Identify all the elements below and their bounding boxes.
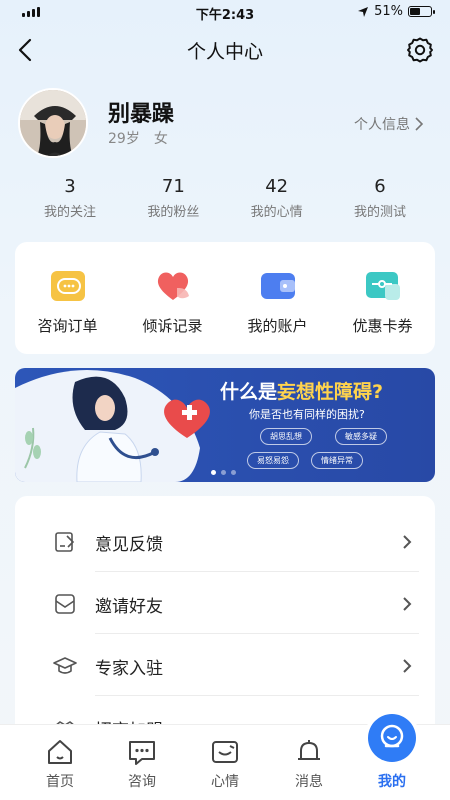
banner-title-highlight: 妄想性障碍?	[277, 381, 384, 403]
bell-icon	[298, 740, 320, 760]
quick-talk-records[interactable]: 倾诉记录	[128, 266, 218, 354]
stat-count: 3	[64, 176, 76, 197]
stat-count: 42	[265, 176, 289, 197]
profile-icon	[380, 724, 404, 748]
gear-icon[interactable]	[406, 36, 434, 64]
profile-tab-button[interactable]	[368, 714, 416, 762]
menu-item-invite[interactable]: 邀请好友	[15, 572, 435, 634]
quick-label: 咨询订单	[37, 317, 98, 335]
menu-label: 专家入驻	[95, 659, 163, 679]
chevron-right-icon	[403, 659, 412, 673]
tab-label: 首页	[46, 774, 74, 790]
promo-banner[interactable]: 什么是妄想性障碍? 你是否也有同样的困扰? 胡思乱想 敏感多疑 易怒易怨 情绪异…	[15, 368, 435, 482]
personal-info-link[interactable]: 个人信息	[354, 114, 424, 134]
user-age: 29岁	[108, 131, 140, 147]
chevron-right-icon	[415, 117, 424, 131]
username: 别暴躁	[108, 102, 175, 127]
menu-label: 意见反馈	[95, 535, 163, 555]
quick-actions-card: 咨询订单 倾诉记录 我的账户 优惠卡券	[15, 242, 435, 354]
profile-header[interactable]: 别暴躁 29岁 女 个人信息	[18, 88, 432, 160]
location-arrow-icon	[358, 6, 369, 17]
settings-menu: 意见反馈 邀请好友 专家入驻 招商加盟	[15, 496, 435, 736]
graduation-cap-icon	[53, 657, 77, 674]
banner-tag: 敏感多疑	[335, 428, 387, 445]
battery-percent: 51%	[374, 4, 403, 19]
personal-info-label: 个人信息	[354, 117, 410, 133]
carousel-dot[interactable]	[211, 470, 216, 475]
stat-moods[interactable]: 42 我的心情	[237, 176, 317, 220]
heart-icon	[157, 272, 189, 300]
tab-label: 消息	[295, 774, 323, 790]
carousel-dot[interactable]	[231, 470, 236, 475]
mood-icon	[212, 741, 238, 763]
quick-consult-orders[interactable]: 咨询订单	[23, 266, 113, 354]
home-icon	[48, 740, 72, 764]
stat-following[interactable]: 3 我的关注	[30, 176, 110, 220]
banner-illustration	[15, 370, 210, 482]
tab-label: 我的	[378, 774, 406, 790]
chevron-right-icon	[403, 597, 412, 611]
avatar[interactable]	[18, 88, 88, 158]
banner-subtitle: 你是否也有同样的困扰?	[249, 408, 365, 421]
battery-icon	[408, 6, 435, 17]
feedback-icon	[55, 532, 75, 552]
tab-mood[interactable]: 心情	[183, 737, 267, 791]
user-gender: 女	[153, 131, 168, 147]
page-title: 个人中心	[186, 41, 263, 63]
stat-count: 6	[374, 176, 386, 197]
stat-label: 我的心情	[250, 205, 303, 220]
stat-label: 我的关注	[43, 205, 96, 220]
banner-title-prefix: 什么是	[220, 381, 278, 403]
invite-icon	[55, 594, 75, 614]
banner-title: 什么是妄想性障碍?	[220, 377, 383, 404]
menu-item-expert-join[interactable]: 专家入驻	[15, 634, 435, 696]
chat-icon	[129, 741, 155, 765]
stat-followers[interactable]: 71 我的粉丝	[133, 176, 213, 220]
stat-count: 71	[161, 176, 185, 197]
quick-label: 我的账户	[247, 317, 308, 335]
quick-my-account[interactable]: 我的账户	[233, 266, 323, 354]
quick-label: 倾诉记录	[142, 317, 203, 335]
banner-tag: 胡思乱想	[260, 428, 312, 445]
status-bar: 下午2:43 51%	[0, 0, 450, 24]
chevron-right-icon	[403, 535, 412, 549]
menu-label: 邀请好友	[95, 597, 163, 617]
coupon-icon	[365, 272, 400, 300]
stat-tests[interactable]: 6 我的测试	[340, 176, 420, 220]
carousel-indicator	[211, 470, 236, 475]
tab-label: 咨询	[128, 774, 156, 790]
banner-tag: 易怒易怨	[247, 452, 299, 469]
banner-tag: 情绪异常	[311, 452, 363, 469]
tab-home[interactable]: 首页	[18, 737, 102, 791]
stat-label: 我的测试	[353, 205, 406, 220]
quick-coupons[interactable]: 优惠卡券	[338, 266, 428, 354]
menu-item-feedback[interactable]: 意见反馈	[15, 510, 435, 572]
quick-label: 优惠卡券	[352, 317, 413, 335]
tab-messages[interactable]: 消息	[267, 737, 351, 791]
wallet-icon	[260, 273, 295, 299]
chat-bubble-icon	[50, 271, 85, 301]
stats-row: 3 我的关注 71 我的粉丝 42 我的心情 6 我的测试	[30, 176, 420, 220]
carousel-dot[interactable]	[221, 470, 226, 475]
tab-consult[interactable]: 咨询	[100, 737, 184, 791]
nav-bar: 个人中心	[0, 28, 450, 72]
stat-label: 我的粉丝	[147, 205, 200, 220]
tab-label: 心情	[211, 774, 239, 790]
